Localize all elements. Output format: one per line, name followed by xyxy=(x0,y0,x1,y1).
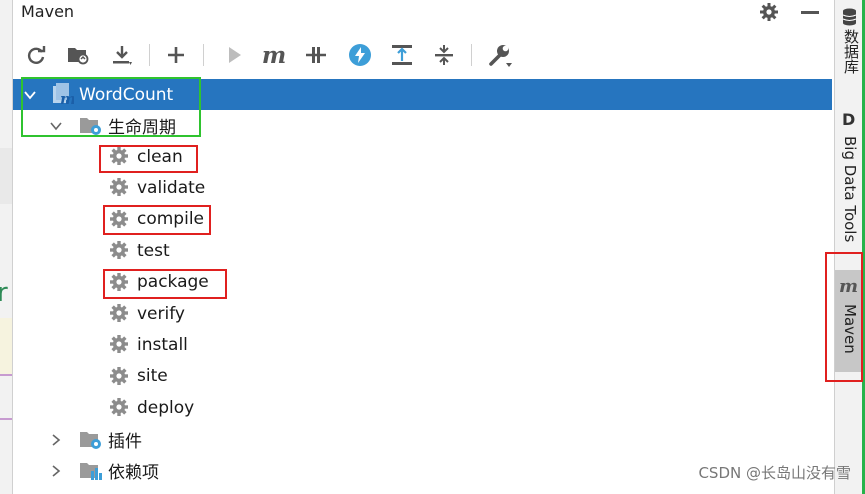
tree-row-goal-validate[interactable]: validate xyxy=(13,172,832,203)
editor-fragment-glyph: r xyxy=(0,278,8,308)
annotation-box-clean xyxy=(99,145,198,173)
right-tool-window-bar: 数据库 D Big Data Tools m Maven xyxy=(825,0,865,494)
tree-row-goal-test[interactable]: test xyxy=(13,235,832,266)
toolbar-separator xyxy=(471,44,472,66)
tool-tab-database-label: 数据库 xyxy=(842,29,860,74)
collapse-all-icon[interactable] xyxy=(431,42,457,68)
add-maven-project-icon[interactable] xyxy=(163,42,189,68)
execute-goal-icon[interactable]: m xyxy=(261,42,287,68)
toggle-offline-icon[interactable] xyxy=(303,42,329,68)
settings-gear-icon[interactable] xyxy=(759,2,779,22)
editor-marker-line xyxy=(0,418,12,420)
annotation-box-package xyxy=(103,269,227,299)
goal-gear-icon xyxy=(110,241,128,260)
show-dependencies-icon[interactable] xyxy=(389,42,415,68)
generate-sources-icon[interactable] xyxy=(65,42,91,68)
goal-label: verify xyxy=(137,303,185,324)
editor-line-band xyxy=(0,148,12,204)
tree-row-goal-install[interactable]: install xyxy=(13,329,832,360)
toolbar-separator xyxy=(149,44,150,66)
tree-row-goal-deploy[interactable]: deploy xyxy=(13,392,832,423)
annotation-box-maven-tab xyxy=(825,252,863,382)
database-icon xyxy=(842,8,857,26)
chevron-right-icon[interactable] xyxy=(49,433,63,447)
editor-edge-strip: r xyxy=(0,0,13,494)
annotation-box-compile xyxy=(103,205,211,235)
hide-panel-button[interactable] xyxy=(801,11,819,14)
annotation-box-green xyxy=(21,77,201,137)
reload-all-icon[interactable] xyxy=(23,42,49,68)
maven-tool-window: Maven m WordCount 生命周期 clean validate co… xyxy=(13,0,832,494)
goal-label: test xyxy=(137,240,170,261)
run-icon[interactable] xyxy=(221,42,247,68)
tree-row-goal-verify[interactable]: verify xyxy=(13,298,832,329)
plugins-folder-icon xyxy=(80,432,101,449)
tool-tab-big-data-tools-label: Big Data Tools xyxy=(841,136,859,243)
goal-gear-icon xyxy=(110,304,128,322)
settings-wrench-icon[interactable] xyxy=(487,42,513,68)
goal-gear-icon xyxy=(110,178,128,197)
goal-label: site xyxy=(137,366,168,387)
plugins-label: 插件 xyxy=(108,432,142,452)
tree-row-goal-site[interactable]: site xyxy=(13,361,832,392)
goal-gear-icon xyxy=(110,398,128,417)
dependencies-folder-icon xyxy=(80,463,102,480)
panel-title: Maven xyxy=(21,2,75,21)
tree-row-plugins[interactable]: 插件 xyxy=(13,424,832,455)
download-sources-icon[interactable] xyxy=(109,42,135,68)
tool-tab-database[interactable]: 数据库 xyxy=(835,2,863,74)
dependencies-label: 依赖项 xyxy=(108,463,159,483)
editor-marker-line xyxy=(0,374,12,376)
chevron-right-icon[interactable] xyxy=(49,464,63,478)
editor-highlight-band xyxy=(0,318,12,376)
maven-title-bar: Maven xyxy=(13,0,832,28)
watermark-text: CSDN @长岛山没有雪 xyxy=(698,464,851,482)
tool-tab-big-data-tools[interactable]: D Big Data Tools xyxy=(835,108,863,248)
toolbar-separator xyxy=(203,44,204,66)
maven-toolbar: m xyxy=(13,40,832,72)
goal-label: validate xyxy=(137,177,206,198)
goal-gear-icon xyxy=(110,335,128,354)
goal-label: install xyxy=(137,334,188,355)
goal-gear-icon xyxy=(110,366,128,385)
big-data-tools-icon: D xyxy=(842,110,856,129)
skip-tests-icon[interactable] xyxy=(347,42,373,68)
goal-label: deploy xyxy=(137,397,195,418)
